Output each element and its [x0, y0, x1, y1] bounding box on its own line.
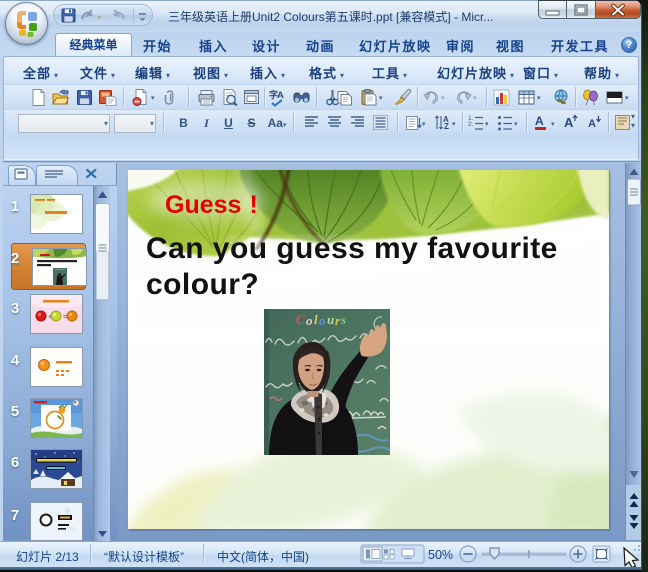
svg-text:s: s: [340, 312, 346, 327]
svg-text:2.: 2.: [468, 121, 474, 128]
svg-text:l: l: [314, 312, 318, 327]
svg-text:A: A: [564, 115, 574, 130]
svg-text:A: A: [535, 114, 544, 128]
svg-text:A: A: [277, 90, 284, 101]
svg-text:o: o: [306, 313, 313, 328]
svg-text:A: A: [588, 118, 596, 130]
svg-text:C: C: [296, 312, 305, 327]
svg-text:o: o: [319, 313, 326, 328]
svg-text:u: u: [327, 312, 334, 327]
svg-text:=: =: [63, 314, 67, 321]
svg-text:Z: Z: [444, 122, 449, 131]
